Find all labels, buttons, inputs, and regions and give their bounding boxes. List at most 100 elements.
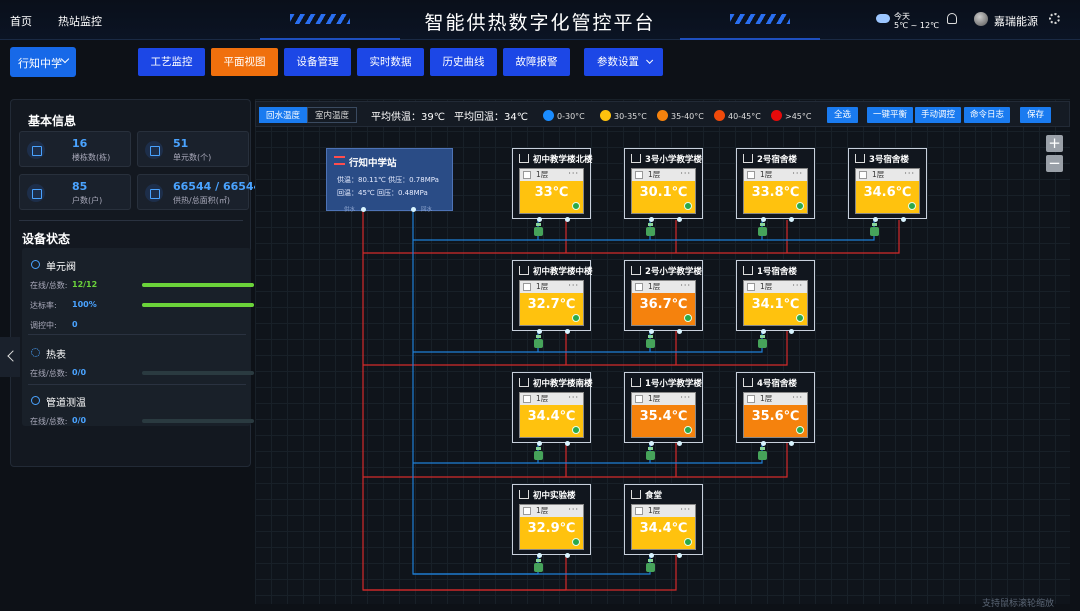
building-card[interactable]: 初中实验楼 1层 ··· 32.9℃ [512,484,591,555]
valve-icon[interactable] [758,447,767,460]
gear-icon[interactable] [1049,13,1060,24]
more-icon[interactable]: ··· [680,392,691,404]
pipe-junction [565,329,570,334]
toggle-indoor-temp[interactable]: 室内温度 [307,107,357,123]
building-card[interactable]: 4号宿舍楼 1层 ··· 35.6℃ [736,372,815,443]
more-icon[interactable]: ··· [904,168,915,180]
valve-icon[interactable] [758,335,767,348]
valve-icon[interactable] [758,223,767,236]
more-icon[interactable]: ··· [568,280,579,292]
bell-icon[interactable] [947,13,957,24]
unit-temperature: 33.8℃ [751,185,800,200]
command-log-button[interactable]: 命令日志 [964,107,1010,123]
heat-station-card[interactable]: 行知中学站 供温：80.11℃ 供压：0.78MPa 回温：45℃ 回压：0.4… [326,148,453,213]
pipe-junction [677,553,682,558]
valve-icon[interactable] [646,447,655,460]
building-card[interactable]: 2号小学教学楼 1层 ··· 36.7℃ [624,260,703,331]
building-card[interactable]: 1号小学教学楼 1层 ··· 35.4℃ [624,372,703,443]
more-icon[interactable]: ··· [792,280,803,292]
more-icon[interactable]: ··· [792,392,803,404]
valve-icon[interactable] [646,223,655,236]
card-value: 66544 / 66544 [173,180,262,193]
zoom-out-button[interactable]: − [1046,155,1063,172]
building-card[interactable]: 3号小学教学楼 1层 ··· 30.1℃ [624,148,703,219]
pipe-junction [565,217,570,222]
unit-checkbox[interactable] [747,395,755,403]
unit-temp-tile[interactable]: 1层 ··· 36.7℃ [631,280,696,326]
valve-icon[interactable] [646,335,655,348]
tab-history[interactable]: 历史曲线 [430,48,497,76]
building-icon [631,154,641,163]
unit-temp-tile[interactable]: 1层 ··· 32.7℃ [519,280,584,326]
unit-temp-tile[interactable]: 1层 ··· 34.1℃ [743,280,808,326]
tab-params[interactable]: 参数设置 [584,48,663,76]
building-card[interactable]: 初中教学楼南楼 1层 ··· 34.4℃ [512,372,593,443]
device-status-title: 设备状态 [22,232,71,246]
unit-temp-tile[interactable]: 1层 ··· 34.4℃ [519,392,584,438]
building-card[interactable]: 食堂 1层 ··· 34.4℃ [624,484,703,555]
station-select[interactable]: 行知中学 [10,47,76,77]
more-icon[interactable]: ··· [680,504,691,516]
avatar[interactable] [974,12,988,26]
unit-temp-tile[interactable]: 1层 ··· 35.6℃ [743,392,808,438]
unit-temp-tile[interactable]: 1层 ··· 30.1℃ [631,168,696,214]
building-card[interactable]: 3号宿舍楼 1层 ··· 34.6℃ [848,148,927,219]
unit-temp-tile[interactable]: 1层 ··· 33℃ [519,168,584,214]
unit-temp-tile[interactable]: 1层 ··· 35.4℃ [631,392,696,438]
more-icon[interactable]: ··· [568,168,579,180]
unit-checkbox[interactable] [859,171,867,179]
tab-alarm[interactable]: 故障报警 [503,48,570,76]
more-icon[interactable]: ··· [680,168,691,180]
building-card[interactable]: 1号宿舍楼 1层 ··· 34.1℃ [736,260,815,331]
one-key-balance-button[interactable]: 一键平衡 [867,107,913,123]
weather-day: 今天 [894,12,910,21]
unit-temp-tile[interactable]: 1层 ··· 32.9℃ [519,504,584,550]
tab-realtime[interactable]: 实时数据 [357,48,424,76]
more-icon[interactable]: ··· [792,168,803,180]
unit-checkbox[interactable] [523,395,531,403]
valve-icon[interactable] [534,335,543,348]
unit-temp-tile[interactable]: 1层 ··· 34.4℃ [631,504,696,550]
station-line-2: 回温：45℃ 回压：0.48MPa [337,189,428,197]
valve-rate-value: 100% [72,300,97,309]
building-card[interactable]: 初中教学楼中楼 1层 ··· 32.7℃ [512,260,593,331]
valve-icon[interactable] [534,447,543,460]
unit-checkbox[interactable] [523,283,531,291]
pipe-junction [649,329,654,334]
port-return-label: 回水 [421,207,433,213]
gauge-icon [31,396,40,405]
unit-checkbox[interactable] [523,507,531,515]
floor-label: 1层 [648,282,661,291]
legend-35-40: 35-40°C [657,110,704,121]
valve-icon[interactable] [646,559,655,572]
more-icon[interactable]: ··· [680,280,691,292]
tab-plan-view[interactable]: 平面视图 [211,48,278,76]
valve-icon[interactable] [534,559,543,572]
tab-device[interactable]: 设备管理 [284,48,351,76]
unit-checkbox[interactable] [635,171,643,179]
collapse-panel-button[interactable] [0,337,20,377]
unit-checkbox[interactable] [523,171,531,179]
more-icon[interactable]: ··· [568,392,579,404]
building-card[interactable]: 初中教学楼北楼 1层 ··· 33℃ [512,148,593,219]
valve-icon[interactable] [534,223,543,236]
unit-checkbox[interactable] [747,283,755,291]
unit-checkbox[interactable] [747,171,755,179]
more-icon[interactable]: ··· [568,504,579,516]
unit-checkbox[interactable] [635,283,643,291]
unit-temp-tile[interactable]: 1层 ··· 33.8℃ [743,168,808,214]
weather-range: 5℃ ~ 12℃ [894,21,940,30]
save-button[interactable]: 保存 [1020,107,1051,123]
unit-temp-tile[interactable]: 1层 ··· 34.6℃ [855,168,920,214]
valve-icon[interactable] [870,223,879,236]
tab-process[interactable]: 工艺监控 [138,48,205,76]
floor-bar: 1层 ··· [520,505,583,517]
select-all-button[interactable]: 全选 [827,107,858,123]
unit-checkbox[interactable] [635,507,643,515]
manual-control-button[interactable]: 手动调控 [915,107,961,123]
zoom-in-button[interactable]: + [1046,135,1063,152]
unit-checkbox[interactable] [635,395,643,403]
user-name[interactable]: 嘉瑞能源 [994,13,1038,29]
building-card[interactable]: 2号宿舍楼 1层 ··· 33.8℃ [736,148,815,219]
toggle-return-temp[interactable]: 回水温度 [259,107,307,123]
